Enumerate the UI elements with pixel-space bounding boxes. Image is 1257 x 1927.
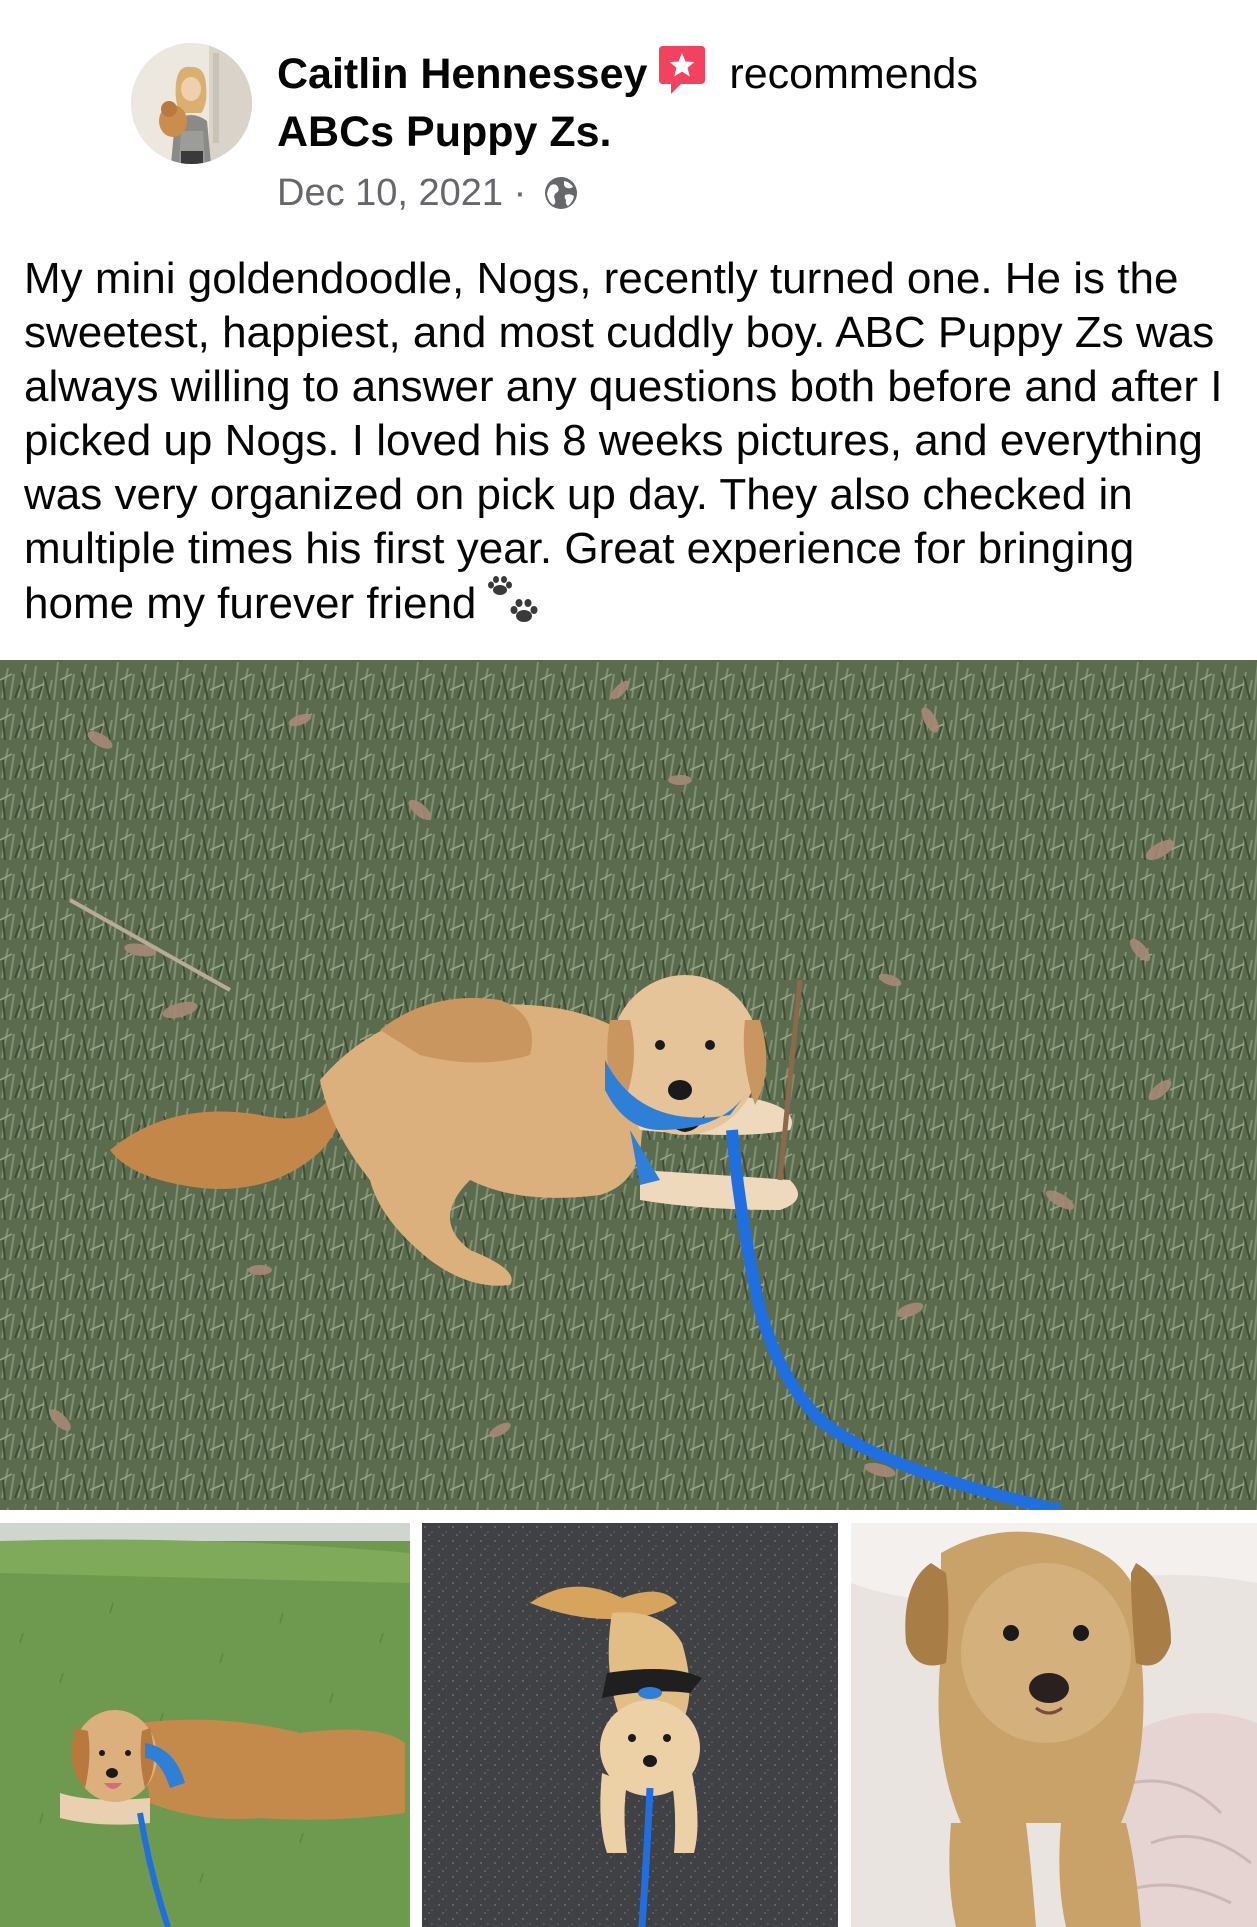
recommendation-star-icon (657, 44, 707, 96)
post-body: My mini goldendoodle, Nogs, recently tur… (24, 252, 1239, 631)
post-photo-thumb-3[interactable] (851, 1523, 1257, 1927)
meta-separator: · (513, 172, 527, 214)
author-line: Caitlin Hennessey recommends (277, 44, 978, 102)
post-header: Caitlin Hennessey recommends ABCs Puppy … (0, 0, 1257, 240)
author-avatar[interactable] (131, 43, 252, 164)
recommends-label: recommends (729, 50, 978, 98)
post-body-text: My mini goldendoodle, Nogs, recently tur… (24, 254, 1223, 628)
author-name[interactable]: Caitlin Hennessey (277, 50, 647, 98)
globe-icon[interactable] (543, 175, 579, 211)
page-name[interactable]: ABCs Puppy Zs. (277, 104, 612, 160)
post-date[interactable]: Dec 10, 2021 (277, 172, 503, 214)
post-meta: Dec 10, 2021 · (277, 168, 579, 218)
post-photo-thumb-2[interactable] (422, 1523, 838, 1927)
post-photo-thumb-1[interactable] (0, 1523, 410, 1927)
post-photo-main[interactable] (0, 660, 1257, 1510)
paw-prints-icon (486, 576, 542, 628)
